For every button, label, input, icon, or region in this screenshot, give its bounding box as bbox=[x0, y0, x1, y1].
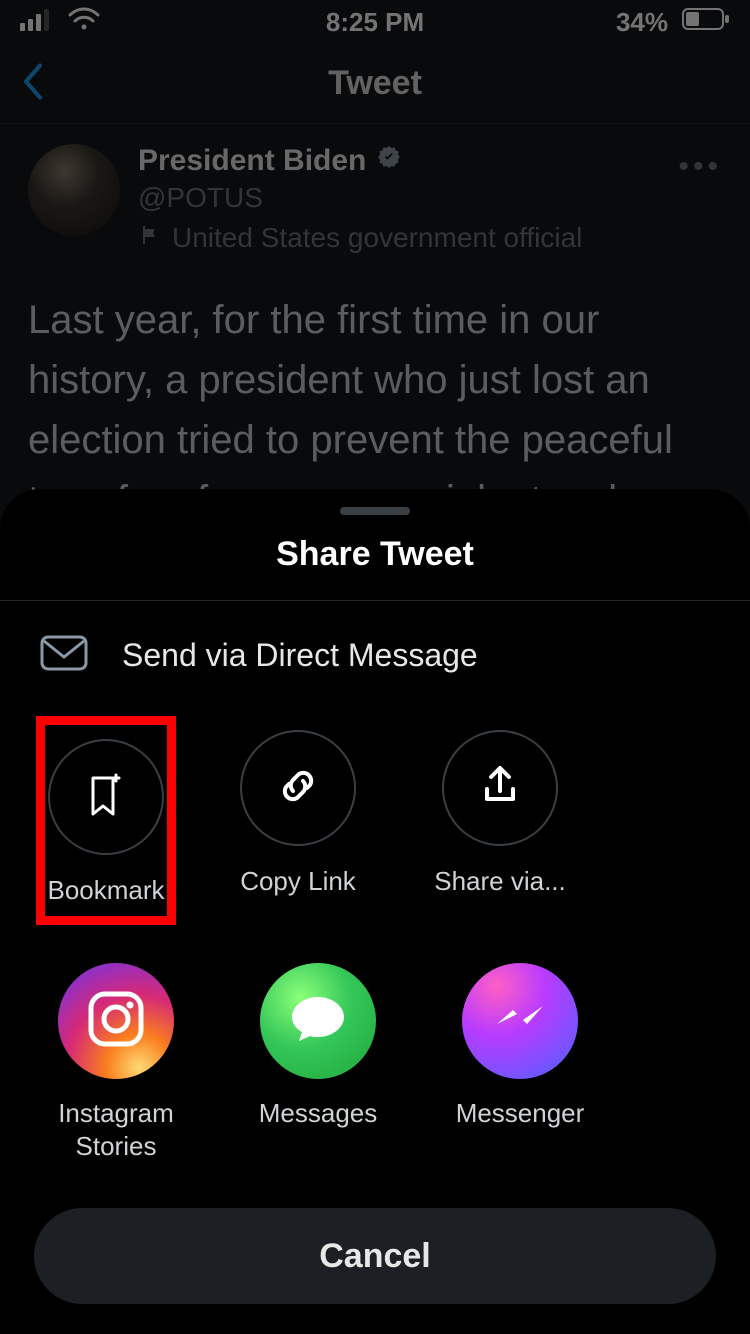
share-sheet: Share Tweet Send via Direct Message Book… bbox=[0, 489, 750, 1334]
instagram-stories-app[interactable]: Instagram Stories bbox=[46, 963, 186, 1162]
messages-label: Messages bbox=[259, 1097, 378, 1130]
send-dm-label: Send via Direct Message bbox=[122, 637, 478, 674]
messages-app[interactable]: Messages bbox=[248, 963, 388, 1162]
messenger-app[interactable]: Messenger bbox=[450, 963, 590, 1162]
bookmark-label: Bookmark bbox=[47, 875, 164, 906]
copy-link-action[interactable]: Copy Link bbox=[228, 730, 368, 915]
messages-icon bbox=[282, 983, 354, 1060]
cancel-label: Cancel bbox=[319, 1237, 431, 1276]
share-via-action[interactable]: Share via... bbox=[430, 730, 570, 915]
sheet-title: Share Tweet bbox=[0, 535, 750, 601]
link-icon bbox=[271, 759, 325, 818]
share-icon bbox=[473, 759, 527, 818]
send-dm-row[interactable]: Send via Direct Message bbox=[0, 601, 750, 702]
copy-link-label: Copy Link bbox=[240, 866, 356, 897]
messenger-icon bbox=[485, 984, 555, 1059]
instagram-icon bbox=[83, 986, 149, 1057]
instagram-stories-label: Instagram Stories bbox=[46, 1097, 186, 1162]
sheet-grabber[interactable] bbox=[340, 507, 410, 515]
bookmark-action[interactable]: Bookmark bbox=[36, 716, 176, 925]
envelope-icon bbox=[40, 635, 88, 676]
share-via-label: Share via... bbox=[434, 866, 566, 897]
cancel-button[interactable]: Cancel bbox=[34, 1208, 716, 1304]
messenger-label: Messenger bbox=[456, 1097, 585, 1130]
bookmark-add-icon bbox=[79, 768, 133, 827]
